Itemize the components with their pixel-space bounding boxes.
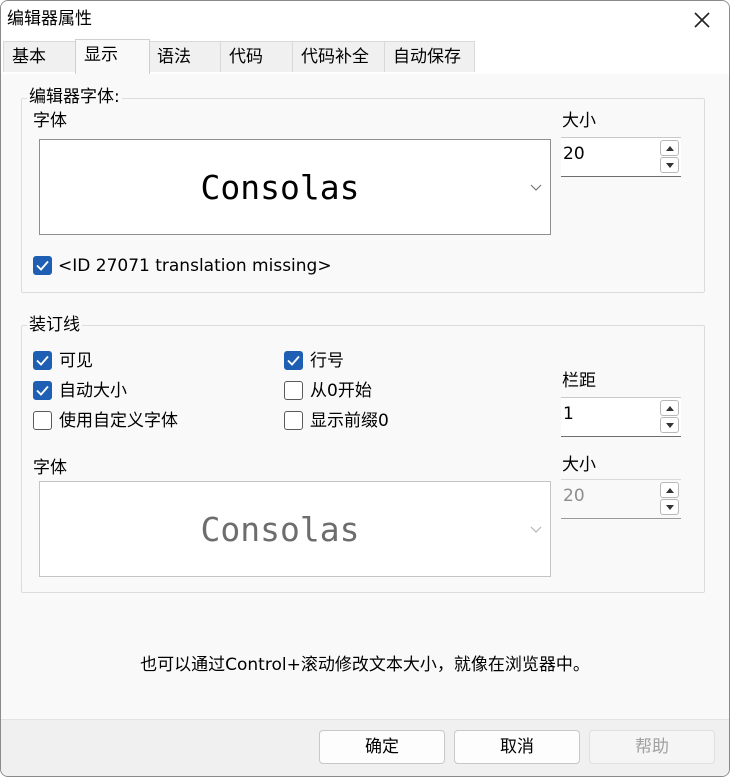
zoom-hint-text: 也可以通过Control+滚动修改文本大小，就像在浏览器中。 [140, 655, 590, 675]
editor-size-label: 大小 [562, 111, 596, 131]
ok-button[interactable]: 确定 [319, 730, 445, 764]
gutter-visible-checkbox[interactable] [33, 351, 52, 370]
title-bar: 编辑器属性 [1, 1, 729, 39]
close-button[interactable] [679, 3, 725, 37]
editor-properties-dialog: 编辑器属性 基本 语法 代码 代码补全 自动保存 显示 编辑器字体: 字体 Co… [0, 0, 730, 777]
gutter-leading-zero-checkbox[interactable] [284, 411, 303, 430]
gutter-size-down-button[interactable] [660, 499, 679, 515]
gutter-custom-font-label: 使用自定义字体 [59, 411, 178, 431]
display-tab-panel: 编辑器字体: 字体 Consolas 大小 20 <ID 27071 trans… [1, 74, 729, 719]
gutter-size-spinner[interactable]: 20 [561, 479, 681, 519]
gutter-leading-zero-label: 显示前缀0 [310, 411, 389, 431]
caret-up-icon [665, 145, 674, 151]
dialog-footer: 确定 取消 帮助 [1, 719, 729, 776]
editor-font-select[interactable]: Consolas [39, 139, 551, 235]
gutter-auto-size-checkbox[interactable] [33, 381, 52, 400]
gutter-spacing-up-button[interactable] [660, 400, 679, 416]
tab-label: 自动保存 [393, 47, 461, 67]
editor-font-option-label: <ID 27071 translation missing> [58, 256, 332, 276]
gutter-spacing-label: 栏距 [562, 371, 596, 391]
gutter-custom-font-checkbox[interactable] [33, 411, 52, 430]
gutter-start-zero-checkbox[interactable] [284, 381, 303, 400]
tab-autosave[interactable]: 自动保存 [384, 41, 475, 72]
gutter-auto-size-label: 自动大小 [59, 381, 127, 401]
gutter-font-label: 字体 [33, 458, 67, 478]
editor-font-value: Consolas [200, 167, 360, 207]
checkmark-icon [36, 355, 49, 366]
editor-font-group-title: 编辑器字体: [27, 86, 122, 108]
close-icon [694, 12, 710, 28]
caret-down-icon [665, 162, 674, 168]
gutter-start-zero-label: 从0开始 [310, 381, 372, 401]
caret-down-icon [665, 422, 674, 428]
tab-code-completion[interactable]: 代码补全 [292, 41, 385, 72]
gutter-size-label: 大小 [562, 455, 596, 475]
help-button[interactable]: 帮助 [589, 730, 715, 764]
tab-bar: 基本 语法 代码 代码补全 自动保存 显示 [1, 39, 729, 74]
editor-size-spinner[interactable]: 20 [561, 137, 681, 177]
tab-label: 代码 [229, 47, 263, 67]
tab-code[interactable]: 代码 [220, 41, 293, 72]
window-title: 编辑器属性 [7, 9, 92, 29]
gutter-group-title: 装订线 [27, 314, 82, 336]
gutter-size-up-button[interactable] [660, 482, 679, 498]
editor-font-option-checkbox[interactable] [33, 256, 52, 275]
gutter-font-select[interactable]: Consolas [39, 481, 551, 577]
tab-label: 显示 [84, 45, 118, 65]
gutter-spacing-down-button[interactable] [660, 417, 679, 433]
caret-up-icon [665, 487, 674, 493]
chevron-down-icon [530, 184, 542, 191]
caret-down-icon [665, 504, 674, 510]
gutter-visible-label: 可见 [59, 351, 93, 371]
gutter-font-value: Consolas [200, 509, 360, 549]
checkmark-icon [36, 260, 49, 271]
editor-size-value: 20 [563, 144, 585, 164]
tab-basic[interactable]: 基本 [3, 41, 77, 72]
cancel-button[interactable]: 取消 [454, 730, 580, 764]
chevron-down-icon [530, 526, 542, 533]
checkmark-icon [287, 355, 300, 366]
caret-up-icon [665, 405, 674, 411]
gutter-size-value: 20 [563, 486, 585, 506]
tab-label: 语法 [157, 47, 191, 67]
editor-size-down-button[interactable] [660, 157, 679, 173]
tab-label: 代码补全 [301, 47, 369, 67]
checkmark-icon [36, 385, 49, 396]
tab-label: 基本 [12, 47, 46, 67]
editor-size-up-button[interactable] [660, 140, 679, 156]
gutter-spacing-spinner[interactable]: 1 [561, 397, 681, 437]
gutter-line-numbers-checkbox[interactable] [284, 351, 303, 370]
gutter-line-numbers-label: 行号 [310, 351, 344, 371]
tab-syntax[interactable]: 语法 [148, 41, 221, 72]
tab-display[interactable]: 显示 [75, 39, 150, 74]
gutter-spacing-value: 1 [563, 404, 574, 424]
editor-font-label: 字体 [33, 111, 67, 131]
